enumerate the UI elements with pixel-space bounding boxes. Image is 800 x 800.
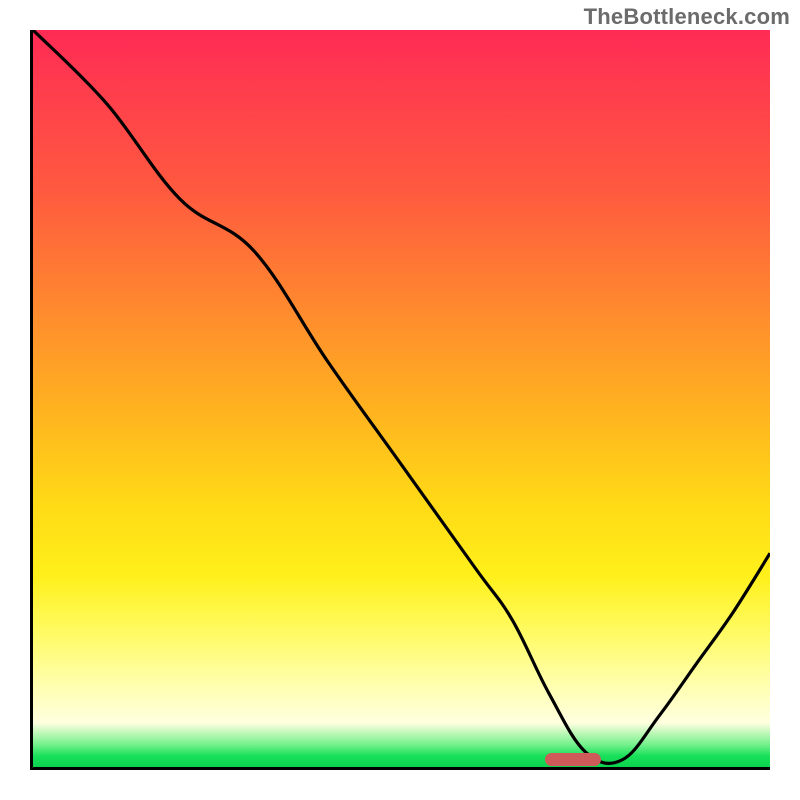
optimal-point-marker <box>545 753 601 766</box>
chart-container: TheBottleneck.com <box>0 0 800 800</box>
watermark-text: TheBottleneck.com <box>584 4 790 30</box>
plot-area <box>30 30 770 770</box>
curve-layer <box>33 30 770 767</box>
bottleneck-curve <box>33 30 770 763</box>
